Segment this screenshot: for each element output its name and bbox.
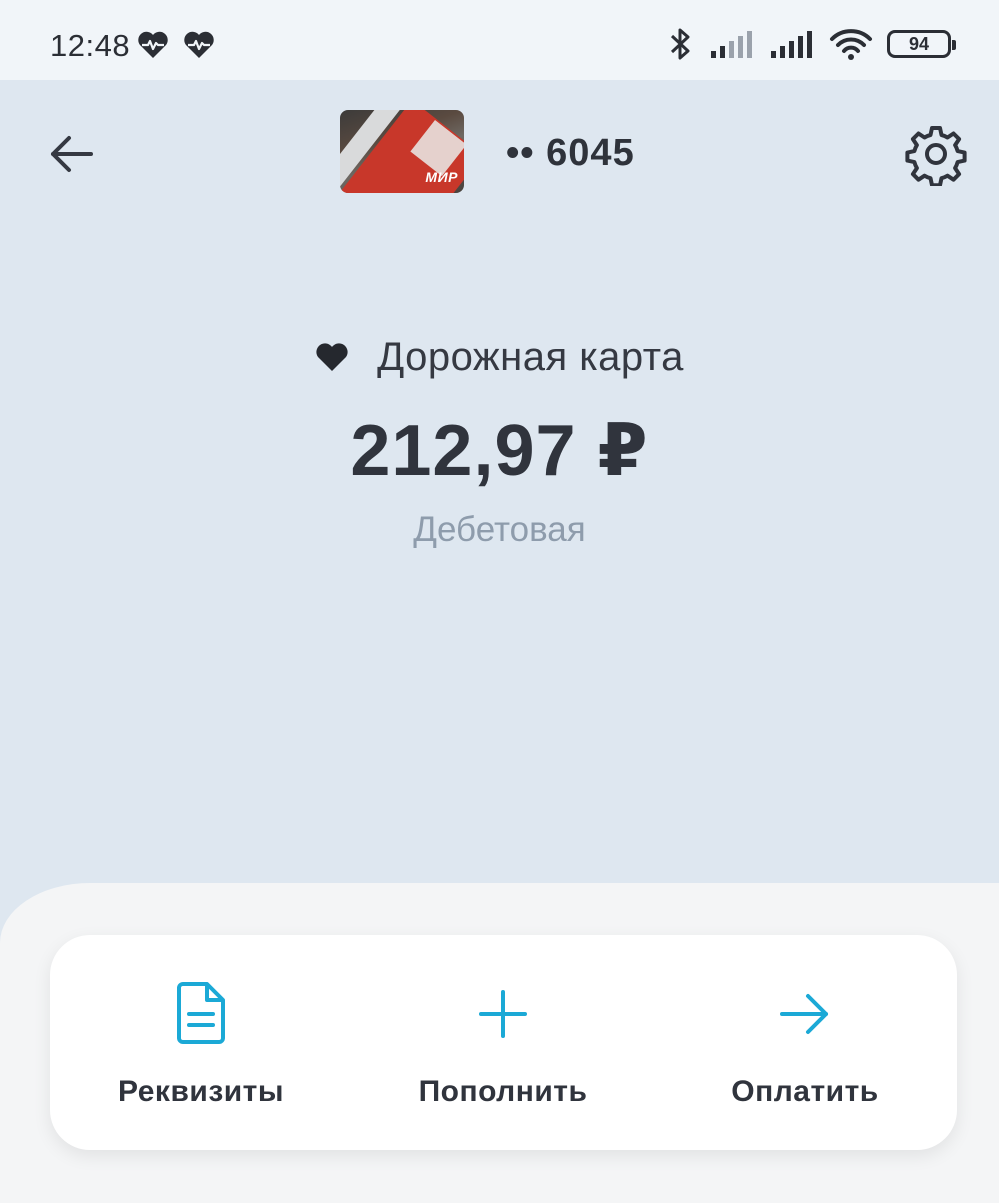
wifi-icon (830, 29, 872, 60)
account-balance: 212,97 ₽ (350, 411, 649, 491)
account-name: Дорожная карта (377, 335, 684, 379)
document-icon (177, 982, 225, 1044)
plus-icon (479, 990, 527, 1038)
card-logo: МИР (425, 169, 458, 185)
status-notifications (137, 30, 215, 60)
card-image[interactable]: МИР (340, 110, 464, 193)
arrow-right-icon (780, 994, 828, 1034)
account-type: Дебетовая (413, 510, 586, 549)
pay-label: Оплатить (731, 1075, 879, 1108)
requisites-label: Реквизиты (117, 1075, 284, 1108)
signal-icon (711, 31, 752, 58)
pay-button[interactable]: Оплатить (654, 935, 956, 1150)
battery-level: 94 (908, 33, 930, 54)
top-up-label: Пополнить (418, 1075, 588, 1108)
bluetooth-icon (670, 28, 690, 60)
status-icons: 94 (665, 26, 956, 62)
card-number: •• 6045 (506, 132, 635, 174)
bottom-sheet: Реквизиты Пополнить Оплатить (0, 883, 999, 1203)
actions-panel: Реквизиты Пополнить Оплатить (50, 935, 957, 1150)
requisites-button[interactable]: Реквизиты (50, 935, 352, 1150)
status-bar: 12:48 94 (0, 0, 999, 80)
status-time: 12:48 (50, 28, 131, 63)
heart-pulse-icon (184, 31, 214, 58)
card-details-screen: МИР •• 6045 Дорожная карта 212,97 ₽ Дебе… (0, 80, 999, 1203)
arrow-left-icon (51, 136, 93, 172)
settings-button[interactable] (904, 122, 968, 188)
battery-icon: 94 (887, 30, 956, 58)
top-up-button[interactable]: Пополнить (352, 935, 654, 1150)
heart-icon[interactable] (315, 342, 349, 373)
back-button[interactable] (45, 128, 97, 180)
gear-icon (905, 126, 967, 188)
signal-icon (771, 31, 812, 58)
heart-pulse-icon (138, 31, 168, 58)
account-title-row: Дорожная карта (0, 335, 999, 380)
